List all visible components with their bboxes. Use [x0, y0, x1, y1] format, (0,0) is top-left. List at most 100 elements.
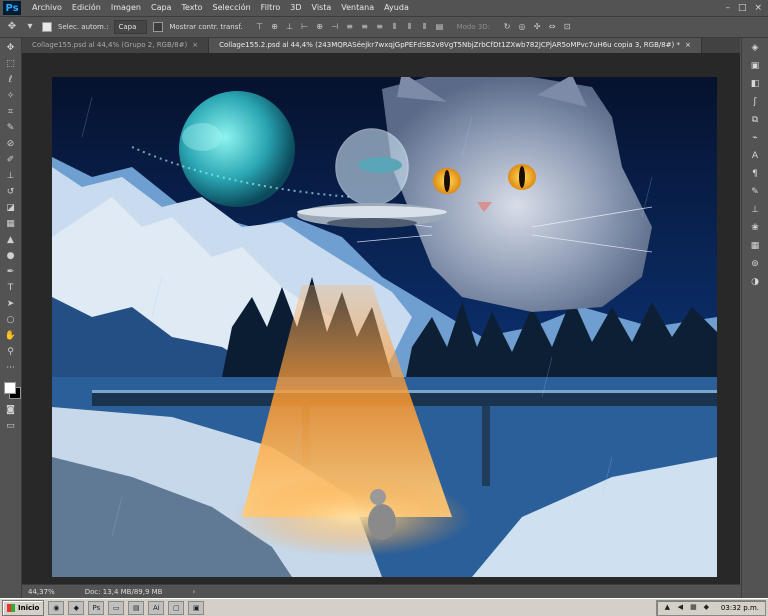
- type-icon[interactable]: T: [4, 282, 18, 294]
- tab-close-icon[interactable]: ×: [685, 38, 691, 53]
- document-icon[interactable]: ▣: [188, 600, 205, 615]
- gradient-icon[interactable]: ▦: [4, 218, 18, 230]
- styles-icon[interactable]: ❀: [748, 222, 762, 235]
- slide-3d-icon[interactable]: ⇔: [547, 22, 557, 32]
- layers-icon[interactable]: ◈: [748, 42, 762, 55]
- move-icon[interactable]: ✥: [4, 42, 18, 54]
- screen-mode-icon[interactable]: ▭: [4, 420, 18, 432]
- folder-icon[interactable]: ▭: [108, 600, 125, 615]
- adjustments-icon[interactable]: ʃ: [748, 96, 762, 109]
- auto-select-checkbox[interactable]: [42, 22, 52, 32]
- chevron-down-icon[interactable]: ▾: [24, 21, 36, 33]
- transform-controls-checkbox[interactable]: [153, 22, 164, 32]
- magic-wand-icon[interactable]: ✧: [4, 90, 18, 102]
- distribute-left-icon[interactable]: ⦀: [390, 22, 400, 32]
- align-bottom-icon[interactable]: ⊥: [285, 22, 295, 32]
- marquee-icon[interactable]: ⬚: [4, 58, 18, 70]
- swatches-icon[interactable]: ▦: [748, 240, 762, 253]
- channels-icon[interactable]: ⧉: [748, 114, 762, 127]
- minimize-icon[interactable]: –: [725, 3, 730, 13]
- align-top-icon[interactable]: ⊤: [255, 22, 265, 32]
- quick-mask-icon[interactable]: ◙: [4, 404, 18, 416]
- tab-collage155[interactable]: Collage155.psd al 44,4% (Grupo 2, RGB/8#…: [22, 38, 210, 53]
- window-controls: – □ ×: [725, 3, 768, 13]
- tab-close-icon[interactable]: ×: [192, 38, 198, 53]
- healing-brush-icon[interactable]: ⊘: [4, 138, 18, 150]
- align-hcenter-icon[interactable]: ⊕: [315, 22, 325, 32]
- document-canvas[interactable]: [52, 77, 717, 577]
- menu-vista[interactable]: Vista: [307, 0, 337, 16]
- menu-edicion[interactable]: Edición: [67, 0, 106, 16]
- distribute-vcenter-icon[interactable]: ≡: [360, 22, 370, 32]
- menu-imagen[interactable]: Imagen: [106, 0, 146, 16]
- align-left-icon[interactable]: ⊢: [300, 22, 310, 32]
- menu-texto[interactable]: Texto: [176, 0, 207, 16]
- menu-archivo[interactable]: Archivo: [27, 0, 67, 16]
- explorer-icon[interactable]: ▤: [128, 600, 145, 615]
- move-tool-icon[interactable]: ✥: [6, 21, 18, 33]
- illustrator-task-icon[interactable]: Ai: [148, 600, 165, 615]
- brush-presets-icon[interactable]: ✎: [748, 186, 762, 199]
- color-icon[interactable]: ◑: [748, 276, 762, 289]
- tools-panel: ✥ ⬚ ℓ ✧ ⌗ ✎ ⊘ ✐ ⊥ ↺ ◪ ▦ ▲ ● ✒ T ➤ ○ ✋ ⚲ …: [0, 38, 22, 598]
- distribute-right-icon[interactable]: ⦀: [420, 22, 430, 32]
- history-icon[interactable]: ▣: [748, 60, 762, 73]
- orbit-3d-icon[interactable]: ↻: [502, 22, 512, 32]
- menu-ayuda[interactable]: Ayuda: [379, 0, 414, 16]
- tab-collage155-2[interactable]: Collage155.2.psd al 44,4% (243MQRASéejkr…: [209, 38, 702, 53]
- properties-icon[interactable]: ◧: [748, 78, 762, 91]
- speaker-icon[interactable]: ◀: [676, 603, 685, 612]
- browser-icon[interactable]: ◉: [48, 600, 65, 615]
- eyedropper-icon[interactable]: ✎: [4, 122, 18, 134]
- brush-icon[interactable]: ✐: [4, 154, 18, 166]
- pen-icon[interactable]: ✒: [4, 266, 18, 278]
- network-icon[interactable]: ▦: [689, 603, 698, 612]
- roll-3d-icon[interactable]: ◎: [517, 22, 527, 32]
- paths-icon[interactable]: ⌁: [748, 132, 762, 145]
- align-right-icon[interactable]: ⊣: [330, 22, 340, 32]
- start-button[interactable]: Inicio: [2, 599, 45, 616]
- color-swatches[interactable]: [2, 380, 21, 400]
- clone-source-icon[interactable]: ⊥: [748, 204, 762, 217]
- scale-3d-icon[interactable]: ⊡: [562, 22, 572, 32]
- status-menu-arrow[interactable]: ›: [192, 588, 195, 596]
- window-icon[interactable]: ▢: [168, 600, 185, 615]
- character-icon[interactable]: A: [748, 150, 762, 163]
- libraries-icon[interactable]: ⊚: [748, 258, 762, 271]
- security-icon[interactable]: ◆: [702, 603, 711, 612]
- distribute-top-icon[interactable]: ≡: [345, 22, 355, 32]
- menu-seleccion[interactable]: Selección: [208, 0, 256, 16]
- foreground-color-swatch[interactable]: [3, 382, 16, 394]
- menu-ventana[interactable]: Ventana: [336, 0, 379, 16]
- hand-icon[interactable]: ✋: [4, 330, 18, 342]
- shield-icon[interactable]: ◆: [68, 600, 85, 615]
- photoshop-task-icon[interactable]: Ps: [88, 600, 105, 615]
- zoom-icon[interactable]: ⚲: [4, 346, 18, 358]
- tab-label: Collage155.psd al 44,4% (Grupo 2, RGB/8#…: [32, 41, 188, 49]
- menu-filtro[interactable]: Filtro: [256, 0, 286, 16]
- document-size: Doc: 13,4 MB/89,9 MB: [84, 587, 163, 596]
- menu-capa[interactable]: Capa: [146, 0, 176, 16]
- auto-align-icon[interactable]: ▤: [435, 22, 445, 32]
- maximize-icon[interactable]: □: [738, 3, 747, 13]
- crop-icon[interactable]: ⌗: [4, 106, 18, 118]
- distribute-bottom-icon[interactable]: ≡: [375, 22, 385, 32]
- eraser-icon[interactable]: ◪: [4, 202, 18, 214]
- lasso-icon[interactable]: ℓ: [4, 74, 18, 86]
- paragraph-icon[interactable]: ¶: [748, 168, 762, 181]
- auto-select-dropdown[interactable]: Capa: [114, 20, 148, 34]
- pan-3d-icon[interactable]: ✣: [532, 22, 542, 32]
- clone-stamp-icon[interactable]: ⊥: [4, 170, 18, 182]
- more-tools-icon[interactable]: ···: [4, 362, 18, 374]
- zoom-level[interactable]: 44,37%: [28, 588, 55, 596]
- path-selection-icon[interactable]: ➤: [4, 298, 18, 310]
- dodge-icon[interactable]: ●: [4, 250, 18, 262]
- align-vcenter-icon[interactable]: ⊕: [270, 22, 280, 32]
- menu-3d[interactable]: 3D: [285, 0, 306, 16]
- history-brush-icon[interactable]: ↺: [4, 186, 18, 198]
- shape-icon[interactable]: ○: [4, 314, 18, 326]
- blur-icon[interactable]: ▲: [4, 234, 18, 246]
- close-icon[interactable]: ×: [754, 3, 762, 13]
- distribute-hcenter-icon[interactable]: ⦀: [405, 22, 415, 32]
- alert-icon[interactable]: ▲: [663, 603, 672, 612]
